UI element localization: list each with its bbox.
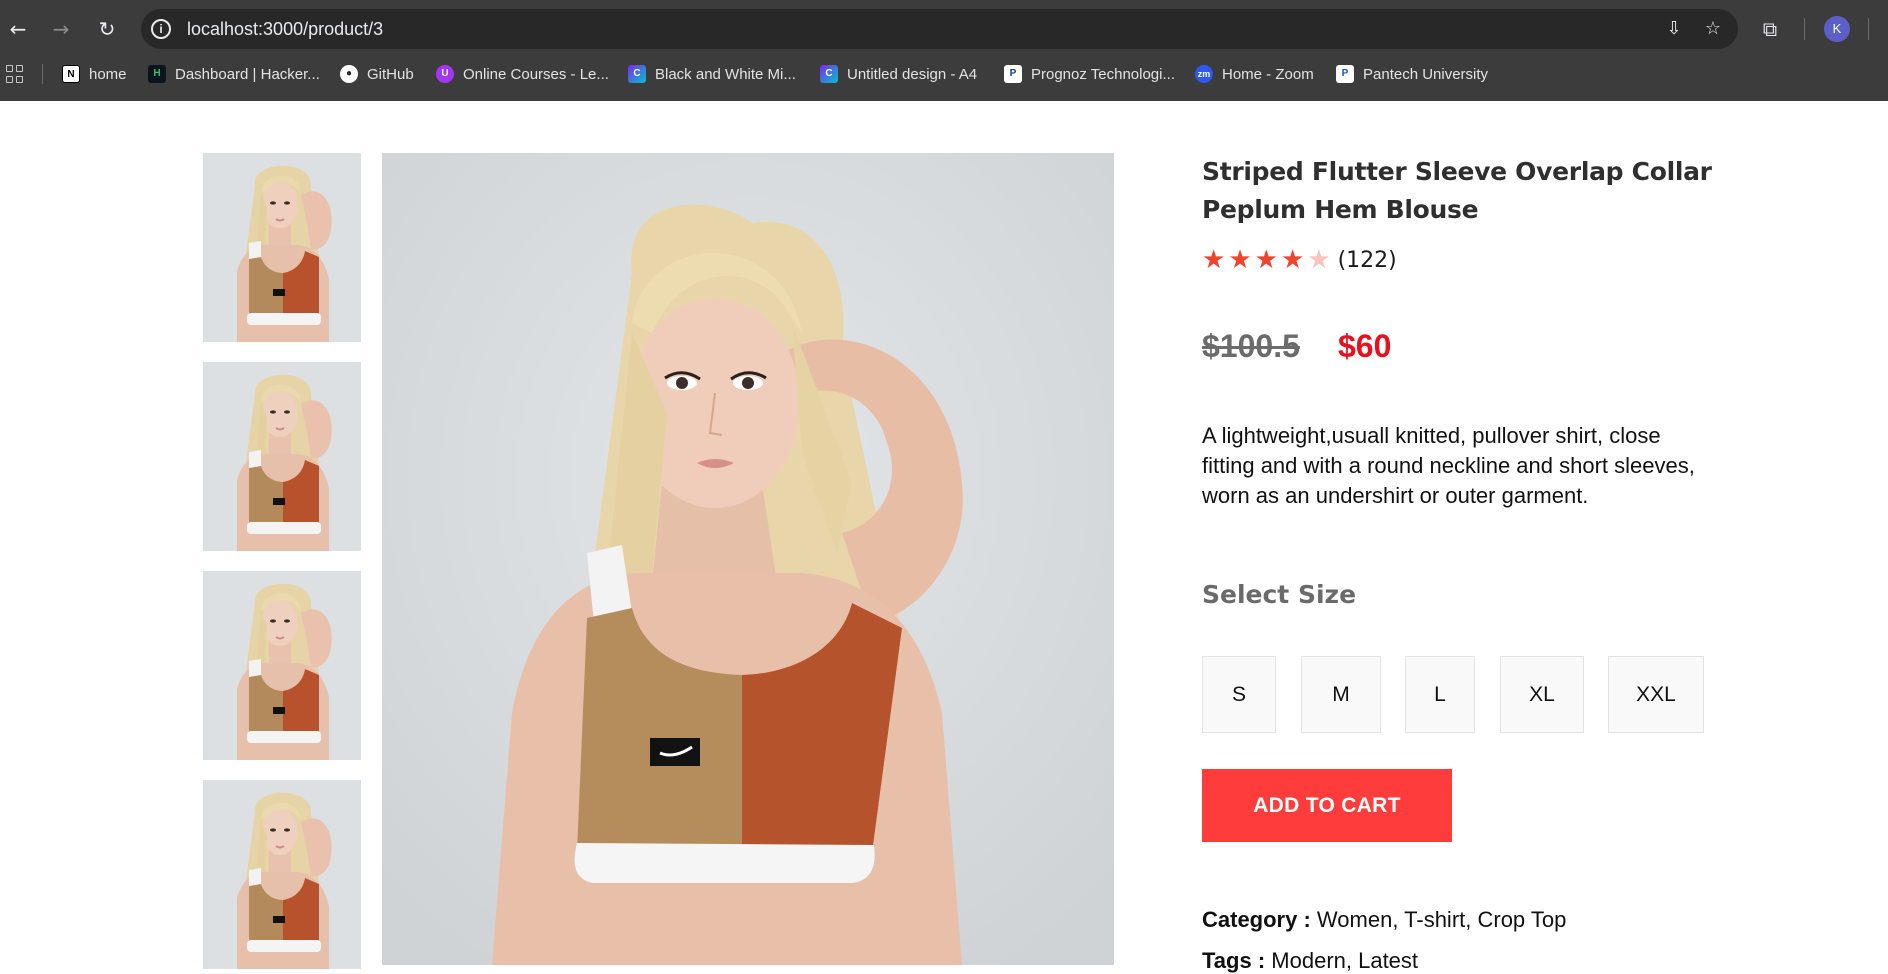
- bookmark-label: Home - Zoom: [1222, 65, 1314, 83]
- reload-icon[interactable]: ↻: [92, 14, 122, 44]
- bookmark-hackerrank[interactable]: H Dashboard | Hacker...: [148, 64, 320, 84]
- bookmark-label: Untitled design - A4: [847, 65, 978, 83]
- star-empty-icon: ★: [1307, 245, 1331, 275]
- zoom-icon: zm: [1195, 65, 1213, 83]
- product-category: Category : Women, T-shirt, Crop Top: [1202, 907, 1566, 933]
- size-option-l[interactable]: L: [1405, 656, 1475, 733]
- bookmark-star-icon[interactable]: ☆: [1702, 18, 1724, 40]
- size-option-xxl[interactable]: XXL: [1608, 656, 1704, 733]
- product-tags: Tags : Modern, Latest: [1202, 948, 1418, 974]
- address-bar[interactable]: i localhost:3000/product/3 ⇩ ☆: [141, 9, 1738, 49]
- product-thumbnail-3[interactable]: [203, 571, 361, 760]
- github-icon: ●: [340, 65, 358, 83]
- category-label: Category :: [1202, 907, 1311, 932]
- product-rating: ★ ★ ★ ★ ★ (122): [1202, 245, 1397, 275]
- canva-icon: C: [820, 65, 838, 83]
- bookmark-udemy[interactable]: U Online Courses - Le...: [436, 64, 609, 84]
- bookmark-canva-2[interactable]: C Untitled design - A4: [820, 64, 977, 84]
- bookmark-zoom[interactable]: zm Home - Zoom: [1195, 64, 1314, 84]
- bookmark-label: Online Courses - Le...: [463, 65, 609, 83]
- bookmark-label: home: [89, 65, 127, 83]
- prognoz-icon: P: [1004, 65, 1022, 83]
- product-thumbnail-1[interactable]: [203, 153, 361, 342]
- hackerrank-icon: H: [148, 65, 166, 83]
- bookmark-home[interactable]: N home: [62, 64, 127, 84]
- pantech-icon: P: [1336, 65, 1354, 83]
- product-thumbnail-4[interactable]: [203, 780, 361, 969]
- install-app-icon[interactable]: ⇩: [1663, 18, 1685, 40]
- select-size-heading: Select Size: [1202, 580, 1357, 609]
- notion-icon: N: [62, 65, 80, 83]
- add-to-cart-button[interactable]: ADD TO CART: [1202, 769, 1452, 842]
- size-option-m[interactable]: M: [1301, 656, 1381, 733]
- tags-label: Tags :: [1202, 948, 1266, 973]
- product-thumbnail-2[interactable]: [203, 362, 361, 551]
- product-main-image: [382, 153, 1114, 965]
- toolbar-divider: [1804, 18, 1805, 40]
- bookmark-pantech[interactable]: P Pantech University: [1336, 64, 1488, 84]
- bookmark-prognoz[interactable]: P Prognoz Technologi...: [1004, 64, 1175, 84]
- bookmark-github[interactable]: ● GitHub: [340, 64, 414, 84]
- forward-icon[interactable]: →: [46, 14, 76, 44]
- tags-value: Modern, Latest: [1271, 948, 1419, 973]
- product-description: A lightweight,usuall knitted, pullover s…: [1202, 423, 1695, 508]
- udemy-icon: U: [436, 65, 454, 83]
- category-value: Women, T-shirt, Crop Top: [1316, 907, 1567, 932]
- review-count: (122): [1337, 247, 1397, 273]
- apps-grid-icon[interactable]: [6, 65, 24, 83]
- browser-toolbar: ← → ↻ i localhost:3000/product/3 ⇩ ☆ ⧉ K: [0, 0, 1888, 58]
- browser-chrome: ← → ↻ i localhost:3000/product/3 ⇩ ☆ ⧉ K…: [0, 0, 1888, 101]
- extensions-icon[interactable]: ⧉: [1756, 15, 1784, 43]
- star-filled-icon: ★: [1202, 245, 1226, 275]
- bookmark-label: Prognoz Technologi...: [1031, 65, 1175, 83]
- star-filled-icon: ★: [1228, 245, 1252, 275]
- size-option-xl[interactable]: XL: [1500, 656, 1584, 733]
- bookmarks-divider: [42, 64, 43, 84]
- bookmark-label: Black and White Mi...: [655, 65, 796, 83]
- toolbar-divider: [1868, 18, 1869, 40]
- product-title: Striped Flutter Sleeve Overlap Collar Pe…: [1202, 157, 1712, 224]
- sale-price: $60: [1338, 328, 1392, 364]
- bookmark-canva-1[interactable]: C Black and White Mi...: [628, 64, 796, 84]
- url-text[interactable]: localhost:3000/product/3: [187, 19, 383, 39]
- star-filled-icon: ★: [1280, 245, 1305, 275]
- bookmark-label: GitHub: [367, 65, 414, 83]
- star-filled-icon: ★: [1254, 245, 1278, 275]
- size-option-s[interactable]: S: [1202, 656, 1276, 733]
- original-price: $100.5: [1202, 328, 1300, 364]
- back-icon[interactable]: ←: [3, 14, 33, 44]
- site-info-icon[interactable]: i: [151, 19, 171, 39]
- bookmark-label: Dashboard | Hacker...: [175, 65, 320, 83]
- bookmark-label: Pantech University: [1363, 65, 1489, 83]
- canva-icon: C: [628, 65, 646, 83]
- profile-avatar[interactable]: K: [1824, 16, 1850, 42]
